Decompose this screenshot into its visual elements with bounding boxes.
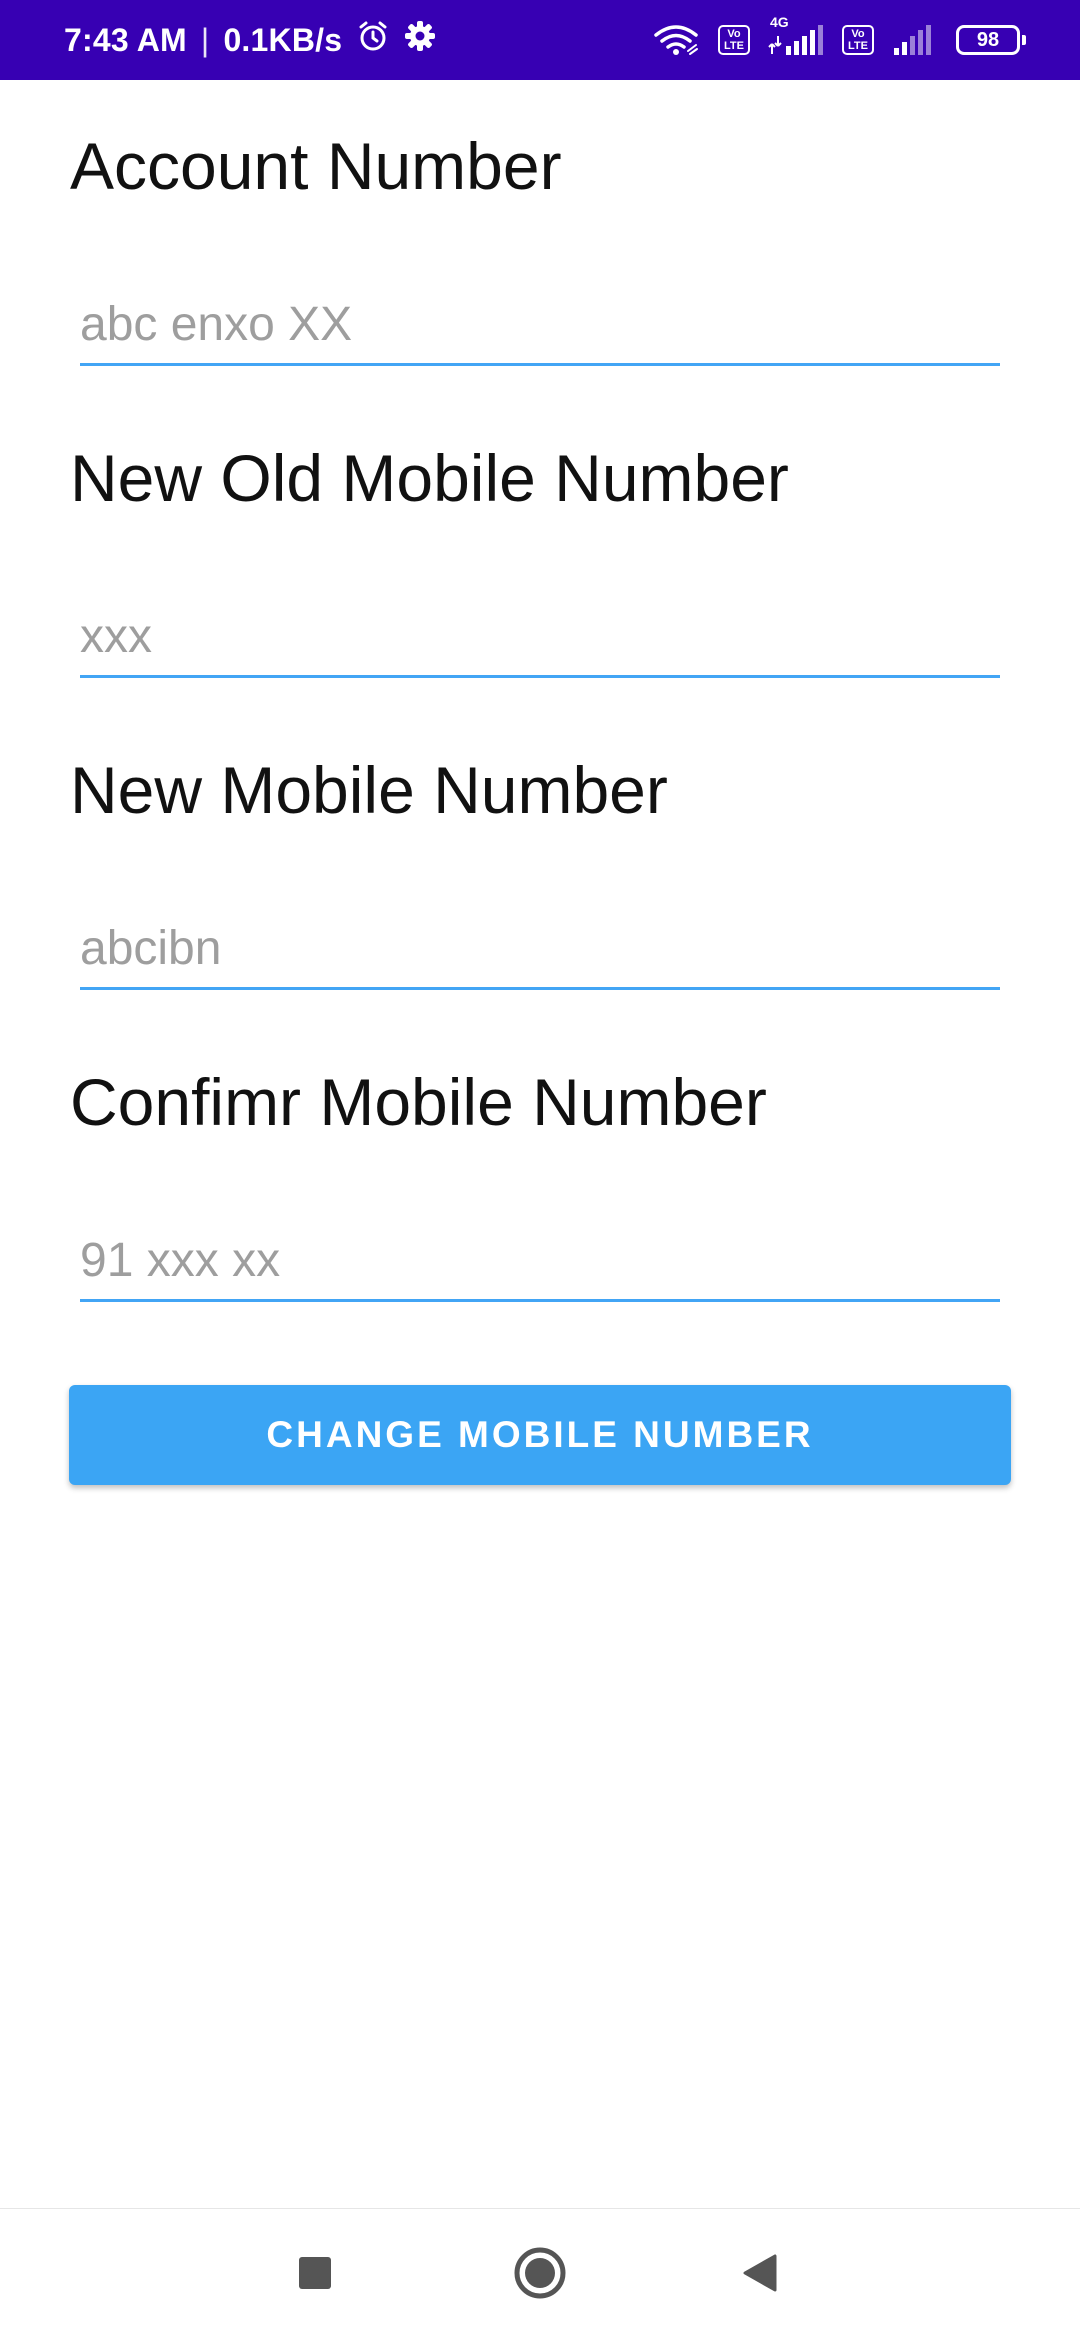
recents-square-icon [298,2256,332,2295]
status-left: 7:43 AM | 0.1KB/s [64,0,436,80]
account-number-input[interactable] [80,286,1000,366]
status-right: Vo LTE 4G Vo LTE 98 [652,0,1026,80]
recents-button[interactable] [255,2209,375,2340]
network-type-label: 4G [770,14,789,30]
old-mobile-input[interactable] [80,598,1000,678]
battery-icon: 98 [956,25,1026,55]
wifi-icon [652,23,700,57]
volte-icon-sim2: Vo LTE [842,25,874,55]
status-separator: | [200,21,210,58]
new-mobile-label: New Mobile Number [70,753,668,827]
old-mobile-label: New Old Mobile Number [70,441,789,515]
home-circle-icon [513,2246,567,2305]
back-button[interactable] [700,2209,820,2340]
signal-icon: 4G [768,14,824,56]
account-number-label: Account Number [70,129,562,203]
navigation-bar [0,2208,1080,2340]
status-bar: 7:43 AM | 0.1KB/s Vo LTE 4G Vo LTE 98 [0,0,1080,80]
home-button[interactable] [480,2209,600,2340]
volte-icon: Vo LTE [718,25,750,55]
confirm-mobile-input[interactable] [80,1222,1000,1302]
new-mobile-input[interactable] [80,910,1000,990]
confirm-mobile-label: Confimr Mobile Number [70,1065,767,1139]
status-net-speed: 0.1KB/s [223,21,343,58]
status-time: 7:43 AM [64,21,187,58]
change-mobile-screen: 7:43 AM | 0.1KB/s Vo LTE 4G Vo LTE 98 Ac… [0,0,1080,2340]
back-triangle-icon [742,2253,778,2298]
signal-icon-sim2 [892,24,938,56]
change-mobile-number-button[interactable]: CHANGE MOBILE NUMBER [69,1385,1011,1485]
gear-icon [404,20,436,60]
alarm-icon [356,19,390,61]
